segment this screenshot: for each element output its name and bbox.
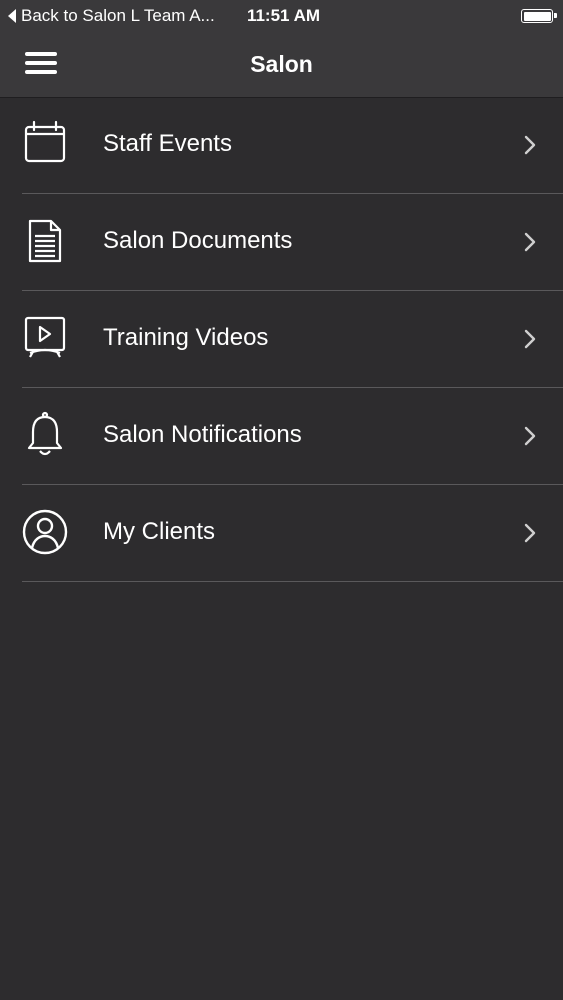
page-title: Salon [250,51,313,77]
menu-item-label: My Clients [103,518,216,545]
chevron-right-icon [524,232,536,252]
chevron-right-icon [524,523,536,543]
menu-item-label: Salon Notifications [103,421,302,448]
divider [22,581,563,582]
menu-item-label: Staff Events [103,130,232,157]
video-screen-icon [24,316,66,358]
menu-list: Staff Events Salon Documents Training Vi… [0,97,563,582]
menu-item-staff-events[interactable]: Staff Events [0,97,563,194]
calendar-icon [24,120,66,163]
menu-item-my-clients[interactable]: My Clients [0,485,563,582]
menu-item-label: Salon Documents [103,227,293,254]
chevron-right-icon [524,426,536,446]
menu-item-salon-documents[interactable]: Salon Documents [0,194,563,291]
user-icon [22,509,68,555]
document-icon [28,219,62,263]
menu-item-salon-notifications[interactable]: Salon Notifications [0,388,563,485]
menu-item-label: Training Videos [103,324,269,351]
chevron-right-icon [524,135,536,155]
status-bar: Back to Salon L Team A... 11:51 AM [0,0,563,32]
battery-icon [521,9,557,23]
navigation-bar: Salon [0,32,563,98]
status-time: 11:51 AM [246,6,321,25]
bell-icon [27,411,63,456]
chevron-right-icon [524,329,536,349]
menu-item-training-videos[interactable]: Training Videos [0,291,563,388]
